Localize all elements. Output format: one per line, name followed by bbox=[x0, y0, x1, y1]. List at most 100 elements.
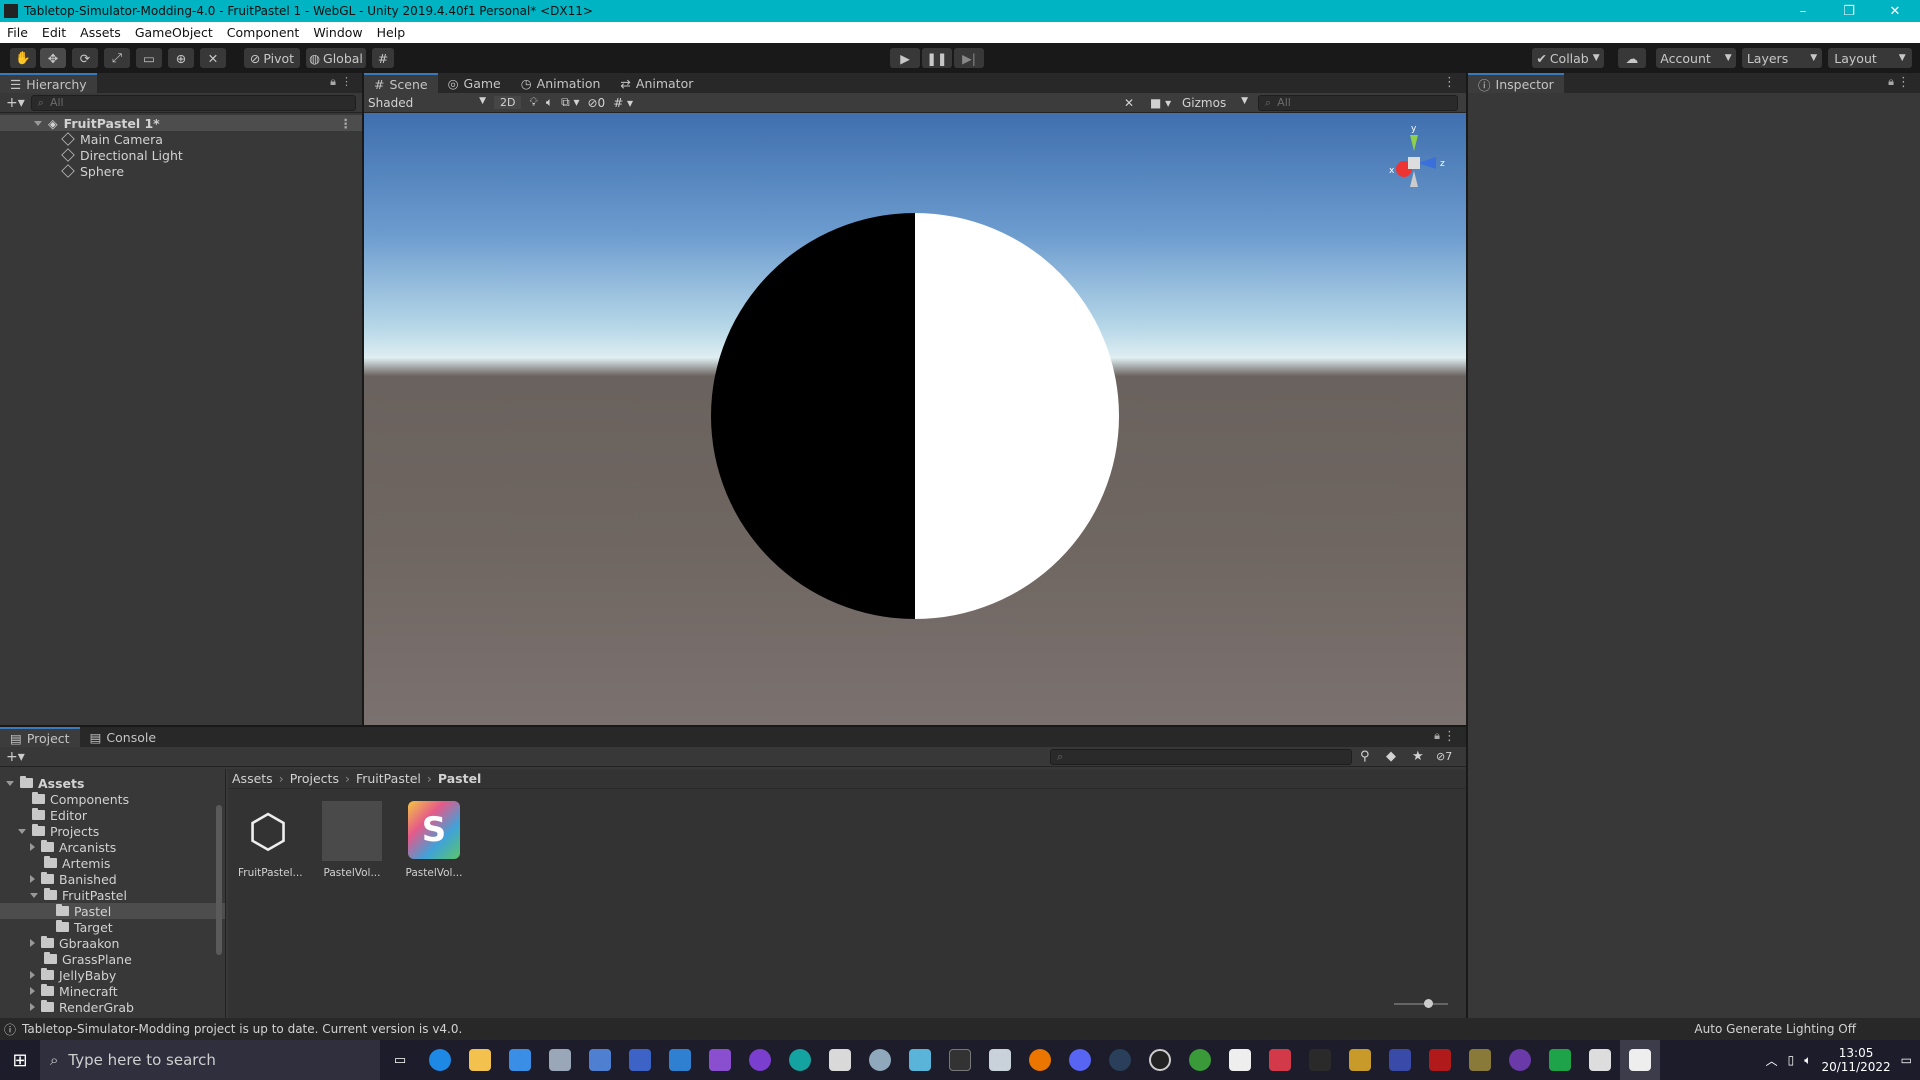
transform-tool-icon[interactable]: ⊕ bbox=[168, 48, 194, 68]
menu-edit[interactable]: Edit bbox=[35, 25, 73, 40]
tree-item[interactable]: Components bbox=[0, 791, 225, 807]
filter-label-icon[interactable]: ◆ bbox=[1386, 749, 1396, 764]
audio-toggle-icon[interactable]: 🔈︎ bbox=[546, 95, 553, 110]
tree-item[interactable]: JellyBaby bbox=[0, 967, 225, 983]
tab-animation[interactable]: ◷ Animation bbox=[511, 73, 611, 93]
step-button[interactable]: ▶| bbox=[954, 48, 984, 68]
edge-icon[interactable] bbox=[420, 1040, 460, 1080]
scale-tool-icon[interactable]: ⤢ bbox=[104, 48, 130, 68]
tree-item[interactable]: Pastel bbox=[0, 903, 225, 919]
menu-window[interactable]: Window bbox=[306, 25, 369, 40]
breadcrumb-fruitpastel[interactable]: FruitPastel bbox=[356, 771, 421, 786]
scene-root-row[interactable]: ◈ FruitPastel 1* ⋮ bbox=[0, 115, 362, 131]
play-button[interactable]: ▶ bbox=[890, 48, 920, 68]
menu-component[interactable]: Component bbox=[220, 25, 307, 40]
scene-search-input[interactable]: ⌕ All bbox=[1258, 94, 1458, 111]
layers-dropdown[interactable]: Layers ▼ bbox=[1742, 48, 1822, 68]
breadcrumb-assets[interactable]: Assets bbox=[232, 771, 273, 786]
file-explorer-icon[interactable] bbox=[460, 1040, 500, 1080]
tree-item[interactable]: Banished bbox=[0, 871, 225, 887]
breadcrumb-pastel[interactable]: Pastel bbox=[438, 771, 481, 786]
tree-item[interactable]: Artemis bbox=[0, 855, 225, 871]
excel-icon[interactable] bbox=[820, 1040, 860, 1080]
collapse-arrow-icon[interactable] bbox=[34, 120, 42, 126]
auto-lighting-status[interactable]: Auto Generate Lighting Off bbox=[1694, 1022, 1856, 1036]
unity-hub-icon[interactable] bbox=[1220, 1040, 1260, 1080]
taskbar-search-input[interactable]: ⌕ Type here to search bbox=[40, 1040, 380, 1080]
gizmos-dropdown[interactable]: Gizmos ▼ bbox=[1182, 96, 1248, 110]
hidden-packages-icon[interactable]: ⊘7 bbox=[1436, 750, 1452, 763]
unity-editor-icon[interactable] bbox=[1620, 1040, 1660, 1080]
store-icon[interactable] bbox=[500, 1040, 540, 1080]
app-icon[interactable] bbox=[860, 1040, 900, 1080]
vscode-icon[interactable] bbox=[660, 1040, 700, 1080]
icon-size-slider[interactable] bbox=[1394, 999, 1448, 1008]
expand-arrow-icon[interactable] bbox=[30, 987, 35, 995]
tab-animator[interactable]: ⇄ Animator bbox=[610, 73, 703, 93]
rotate-tool-icon[interactable]: ⟳ bbox=[72, 48, 98, 68]
orientation-gizmo[interactable]: y x z bbox=[1374, 121, 1454, 201]
app-icon[interactable] bbox=[1500, 1040, 1540, 1080]
obs-icon[interactable] bbox=[1140, 1040, 1180, 1080]
hand-tool-icon[interactable]: ✋ bbox=[10, 48, 36, 68]
filter-type-icon[interactable]: ⚲ bbox=[1360, 749, 1370, 764]
camera-dropdown-icon[interactable]: ■ ▾ bbox=[1150, 96, 1171, 110]
steam-icon[interactable] bbox=[1100, 1040, 1140, 1080]
move-tool-icon[interactable]: ✥ bbox=[40, 48, 66, 68]
network-icon[interactable]: ▯ bbox=[1788, 1053, 1795, 1067]
collab-dropdown[interactable]: ✔ Collab ▼ bbox=[1532, 48, 1604, 68]
lock-icon[interactable]: 🔒︎ bbox=[1434, 729, 1440, 743]
kebab-menu-icon[interactable]: ⋮ bbox=[1443, 729, 1456, 744]
app-icon[interactable] bbox=[980, 1040, 1020, 1080]
blender-icon[interactable] bbox=[1020, 1040, 1060, 1080]
terminal-icon[interactable] bbox=[940, 1040, 980, 1080]
tab-hierarchy[interactable]: ☰ Hierarchy bbox=[0, 73, 97, 93]
notifications-icon[interactable]: ▭ bbox=[1901, 1053, 1912, 1067]
lighting-toggle-icon[interactable]: 💡︎ bbox=[529, 95, 537, 110]
app-icon[interactable] bbox=[1260, 1040, 1300, 1080]
favorite-star-icon[interactable]: ★ bbox=[1412, 749, 1424, 764]
hierarchy-item-directional-light[interactable]: Directional Light bbox=[0, 147, 362, 163]
toggle-2d-button[interactable]: 2D bbox=[494, 96, 522, 109]
menu-gameobject[interactable]: GameObject bbox=[128, 25, 220, 40]
tree-item[interactable]: Arcanists bbox=[0, 839, 225, 855]
status-message[interactable]: Tabletop-Simulator-Modding project is up… bbox=[22, 1022, 462, 1036]
tree-item[interactable]: RenderGrab bbox=[0, 999, 225, 1015]
tree-item[interactable]: Minecraft bbox=[0, 983, 225, 999]
expand-arrow-icon[interactable] bbox=[30, 939, 35, 947]
layout-dropdown[interactable]: Layout ▼ bbox=[1828, 48, 1912, 68]
app-icon[interactable] bbox=[1380, 1040, 1420, 1080]
close-button[interactable]: ✕ bbox=[1872, 0, 1918, 22]
expand-arrow-icon[interactable] bbox=[30, 843, 35, 851]
hierarchy-item-main-camera[interactable]: Main Camera bbox=[0, 131, 362, 147]
tree-item[interactable]: Editor bbox=[0, 807, 225, 823]
minimize-button[interactable]: – bbox=[1780, 0, 1826, 22]
account-dropdown[interactable]: Account ▼ bbox=[1656, 48, 1736, 68]
tab-console[interactable]: ▤ Console bbox=[80, 727, 166, 747]
chevron-up-icon[interactable]: ︿ bbox=[1766, 1052, 1778, 1069]
scene-viewport[interactable]: y x z bbox=[364, 113, 1466, 725]
maximize-button[interactable]: ❐ bbox=[1826, 0, 1872, 22]
tree-item[interactable]: GrassPlane bbox=[0, 951, 225, 967]
app-icon[interactable] bbox=[1300, 1040, 1340, 1080]
collapse-arrow-icon[interactable] bbox=[30, 892, 38, 898]
global-toggle[interactable]: ◍ Global bbox=[306, 48, 366, 68]
project-search-input[interactable]: ⌕ bbox=[1050, 748, 1352, 765]
collapse-arrow-icon[interactable] bbox=[18, 828, 26, 834]
app-icon[interactable] bbox=[1540, 1040, 1580, 1080]
app-icon[interactable] bbox=[620, 1040, 660, 1080]
discord-icon[interactable] bbox=[1060, 1040, 1100, 1080]
tab-scene[interactable]: # Scene bbox=[364, 73, 438, 93]
visual-studio-icon[interactable] bbox=[700, 1040, 740, 1080]
grid-snap-icon[interactable]: # bbox=[372, 48, 394, 68]
tab-project[interactable]: ▤ Project bbox=[0, 727, 80, 747]
app-icon[interactable] bbox=[1460, 1040, 1500, 1080]
hierarchy-item-sphere[interactable]: Sphere bbox=[0, 163, 362, 179]
kebab-menu-icon[interactable]: ⋮ bbox=[1897, 75, 1910, 90]
volume-icon[interactable]: 🔈︎ bbox=[1804, 1053, 1811, 1068]
app-icon[interactable] bbox=[1340, 1040, 1380, 1080]
menu-help[interactable]: Help bbox=[370, 25, 413, 40]
xbox-icon[interactable] bbox=[1180, 1040, 1220, 1080]
cloud-icon[interactable]: ☁ bbox=[1618, 48, 1646, 68]
tab-inspector[interactable]: ⓘ Inspector bbox=[1468, 73, 1564, 93]
